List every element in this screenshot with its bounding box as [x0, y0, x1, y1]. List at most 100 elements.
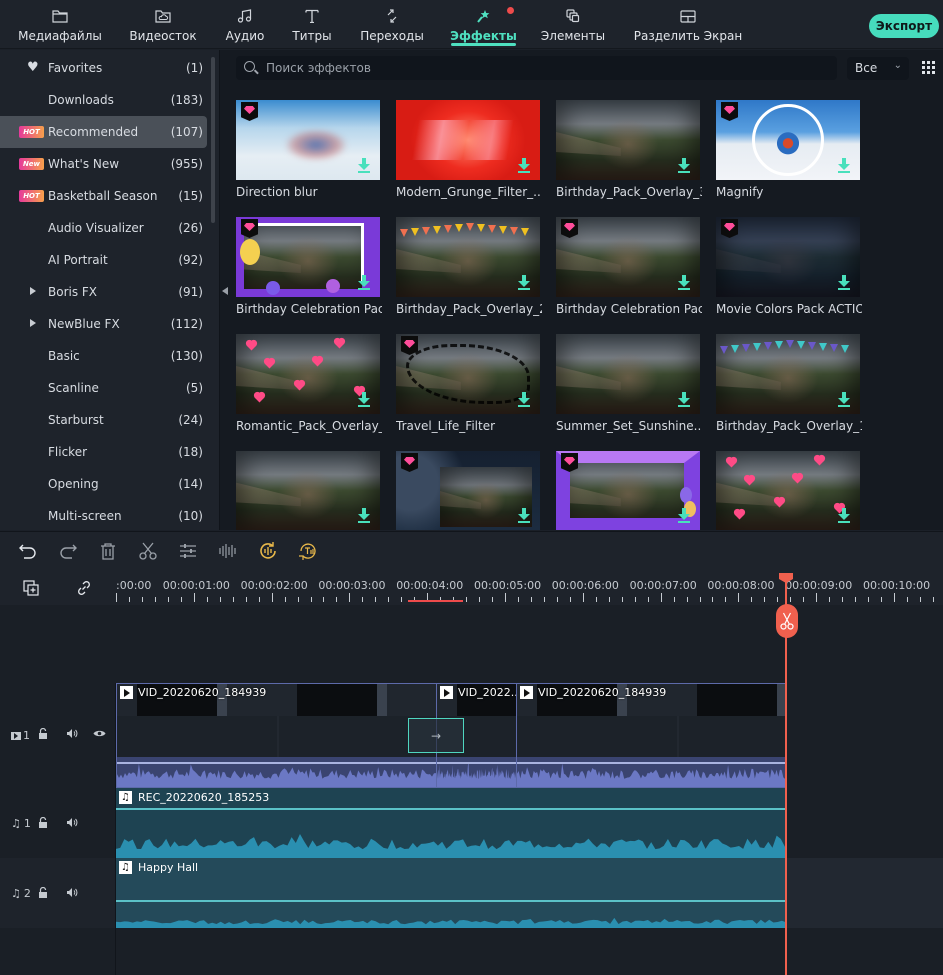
download-icon[interactable] [838, 158, 850, 173]
download-icon[interactable] [678, 392, 690, 407]
speaker-icon[interactable] [66, 887, 78, 898]
sidebar-item-ai-portrait[interactable]: AI Portrait (92) [0, 244, 207, 276]
audio-stretch-icon[interactable] [257, 540, 279, 562]
effect-card[interactable]: Magnify [716, 100, 860, 205]
effect-thumbnail[interactable] [396, 451, 540, 530]
download-icon[interactable] [678, 158, 690, 173]
sidebar-item-downloads[interactable]: Downloads (183) [0, 84, 207, 116]
sidebar-item-basketball-season[interactable]: HOT Basketball Season (15) [0, 180, 207, 212]
effect-thumbnail[interactable] [236, 451, 380, 530]
download-icon[interactable] [518, 275, 530, 290]
download-icon[interactable] [838, 275, 850, 290]
video-clip[interactable]: VID_20220620_184939 [516, 683, 786, 788]
download-icon[interactable] [358, 275, 370, 290]
effect-card[interactable] [396, 451, 540, 530]
timeline-ruler[interactable]: :00:00 00:00:01:00 00:00:02:00 00:00:03:00 0… [116, 571, 943, 605]
effect-card[interactable]: Direction blur [236, 100, 380, 205]
download-icon[interactable] [678, 508, 690, 523]
download-icon[interactable] [358, 508, 370, 523]
video-clip[interactable]: VID_20220620_184939 [116, 683, 437, 788]
export-button[interactable]: Экспорт [869, 14, 939, 38]
expand-arrow-icon[interactable] [30, 319, 36, 327]
delete-icon[interactable] [97, 540, 119, 562]
volume-line[interactable] [517, 762, 785, 764]
effect-card[interactable] [236, 451, 380, 530]
audio-clip[interactable]: ♫ Happy Hall [116, 858, 786, 928]
download-icon[interactable] [678, 275, 690, 290]
effect-thumbnail[interactable] [236, 217, 380, 297]
sidebar-item-boris-fx[interactable]: Boris FX (91) [0, 276, 207, 308]
tab-media[interactable]: Медиафайлы [18, 0, 102, 48]
transition-marker[interactable]: → [408, 718, 464, 753]
effect-thumbnail[interactable] [236, 100, 380, 180]
volume-line[interactable] [437, 762, 516, 764]
sidebar-item-scanline[interactable]: Scanline (5) [0, 372, 207, 404]
effect-card[interactable] [716, 451, 860, 530]
tab-audio[interactable]: Аудио [226, 0, 264, 48]
eye-icon[interactable] [93, 729, 106, 738]
tab-titles[interactable]: Титры [292, 0, 332, 48]
lock-icon[interactable] [38, 887, 48, 899]
sidebar-item-flicker[interactable]: Flicker (18) [0, 436, 207, 468]
effects-search-box[interactable] [236, 56, 837, 80]
effect-thumbnail[interactable] [556, 100, 700, 180]
add-track-icon[interactable] [20, 577, 42, 599]
download-icon[interactable] [518, 508, 530, 523]
grid-view-icon[interactable] [922, 61, 936, 75]
sidebar-item-starburst[interactable]: Starburst (24) [0, 404, 207, 436]
effect-card[interactable]: Movie Colors Pack ACTION [716, 217, 862, 322]
lock-icon[interactable] [38, 728, 48, 740]
effect-thumbnail[interactable] [396, 217, 540, 297]
volume-line[interactable] [116, 808, 785, 810]
playhead-cut-button[interactable] [776, 604, 798, 638]
effect-thumbnail[interactable] [716, 100, 860, 180]
sidebar-item-whats-new[interactable]: New What's New (955) [0, 148, 207, 180]
undo-icon[interactable] [17, 540, 39, 562]
volume-line[interactable] [117, 762, 436, 764]
effect-card[interactable]: Birthday Celebration Pac... [556, 217, 702, 322]
effect-thumbnail[interactable] [716, 217, 860, 297]
effects-search-input[interactable] [266, 58, 826, 78]
effect-thumbnail[interactable] [556, 217, 700, 297]
selection-range-bar[interactable] [408, 600, 463, 602]
download-icon[interactable] [358, 392, 370, 407]
effect-card[interactable]: Romantic_Pack_Overlay_1 [236, 334, 382, 439]
effect-thumbnail[interactable] [556, 334, 700, 414]
lock-icon[interactable] [38, 817, 48, 829]
effect-thumbnail[interactable] [716, 334, 860, 414]
effects-filter-dropdown[interactable]: Все ⌄ [847, 57, 909, 80]
collapse-sidebar-icon[interactable] [222, 287, 228, 295]
effect-card[interactable]: Birthday_Pack_Overlay_3 [556, 100, 702, 205]
cut-icon[interactable] [137, 540, 159, 562]
effect-card[interactable]: Birthday_Pack_Overlay_1 [716, 334, 862, 439]
speaker-icon[interactable] [66, 817, 78, 828]
download-icon[interactable] [518, 158, 530, 173]
redo-icon[interactable] [57, 540, 79, 562]
sidebar-item-basic[interactable]: Basic (130) [0, 340, 207, 372]
audio-split-icon[interactable] [217, 540, 239, 562]
effect-card[interactable]: Summer_Set_Sunshine... [556, 334, 702, 439]
speech-to-text-icon[interactable] [297, 540, 319, 562]
effect-card[interactable] [556, 451, 700, 530]
effect-thumbnail[interactable] [236, 334, 380, 414]
effect-thumbnail[interactable] [556, 451, 700, 530]
sidebar-item-newblue-fx[interactable]: NewBlue FX (112) [0, 308, 207, 340]
effect-thumbnail[interactable] [396, 100, 540, 180]
effect-card[interactable]: Birthday_Pack_Overlay_2 [396, 217, 542, 322]
expand-arrow-icon[interactable] [30, 287, 36, 295]
download-icon[interactable] [358, 158, 370, 173]
effect-card[interactable]: Travel_Life_Filter [396, 334, 540, 439]
adjust-icon[interactable] [177, 540, 199, 562]
tab-elements[interactable]: Элементы [541, 0, 605, 48]
sidebar-scrollbar[interactable] [211, 57, 215, 223]
effect-thumbnail[interactable] [396, 334, 540, 414]
download-icon[interactable] [838, 508, 850, 523]
tab-transitions[interactable]: Переходы [360, 0, 424, 48]
volume-line[interactable] [116, 900, 786, 902]
sidebar-item-audio-visualizer[interactable]: Audio Visualizer (26) [0, 212, 207, 244]
link-icon[interactable] [73, 577, 95, 599]
sidebar-item-multi-screen[interactable]: Multi-screen (10) [0, 500, 207, 532]
sidebar-item-favorites[interactable]: ♥ Favorites (1) [0, 52, 207, 84]
download-icon[interactable] [518, 392, 530, 407]
effect-card[interactable]: Birthday Celebration Pac... [236, 217, 382, 322]
